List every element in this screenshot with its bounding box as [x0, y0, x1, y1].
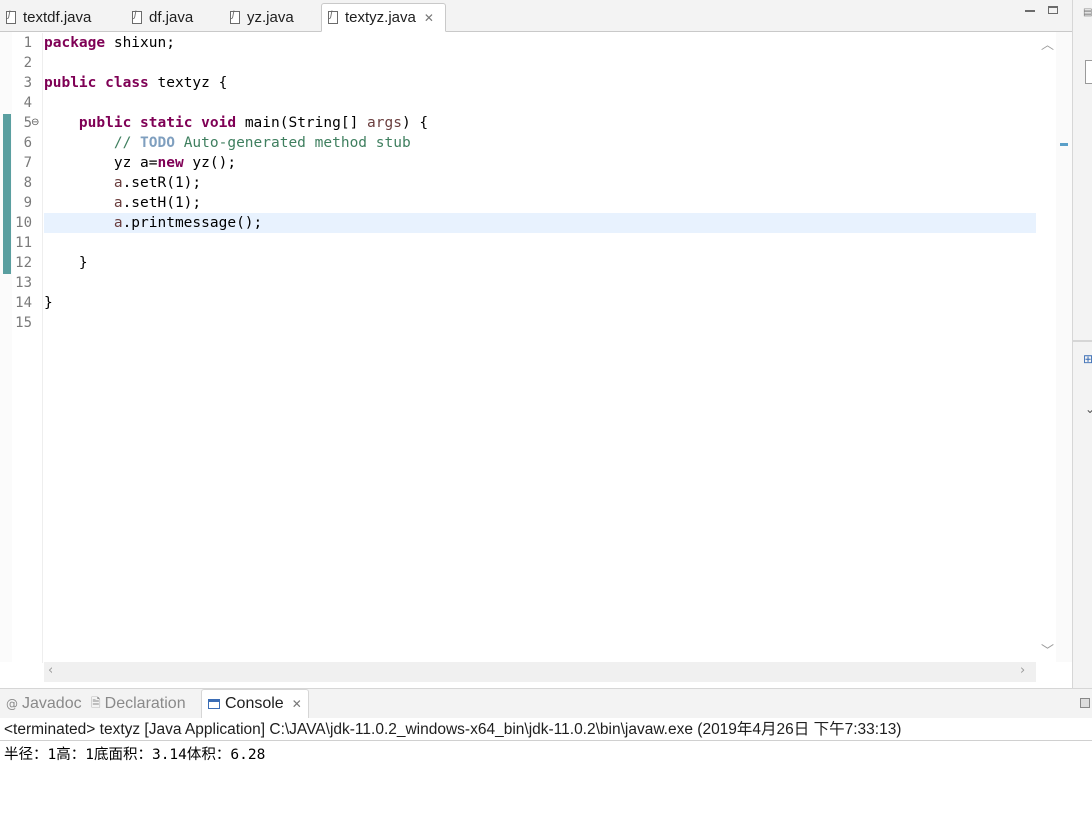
overview-ruler[interactable] — [1056, 32, 1072, 662]
line-number: 11 — [15, 235, 32, 251]
close-tab-icon[interactable]: ✕ — [424, 11, 434, 25]
tab-declaration[interactable]: 🗎 Declaration — [91, 689, 186, 719]
tab-label: Console — [225, 695, 284, 712]
code-line: yz a=new yz(); — [113, 155, 237, 171]
console-icon — [208, 699, 220, 709]
scroll-down-icon[interactable]: ﹀ — [1041, 640, 1054, 659]
line-number: 15 — [15, 315, 32, 331]
panel-icon[interactable]: ▤ — [1083, 7, 1092, 18]
java-file-icon — [6, 10, 16, 24]
scroll-up-icon[interactable]: ︿ — [1041, 34, 1054, 53]
tab-textyz-java[interactable]: textyz.java ✕ — [321, 3, 446, 32]
scroll-right-icon[interactable]: › — [1020, 663, 1025, 678]
tab-javadoc[interactable]: @ Javadoc — [6, 689, 82, 719]
line-number: 10 — [15, 215, 32, 231]
tab-df-java[interactable]: df.java — [126, 3, 222, 31]
scroll-left-icon[interactable]: ‹ — [48, 663, 53, 678]
java-file-icon — [132, 10, 142, 24]
panel-field[interactable] — [1085, 60, 1092, 84]
tab-textdf-java[interactable]: textdf.java — [0, 3, 124, 31]
line-number: 12 — [15, 255, 32, 271]
code-line: } — [44, 255, 88, 271]
console-view[interactable]: <terminated> textyz [Java Application] C… — [0, 718, 1092, 840]
code-line: } — [44, 295, 53, 311]
panel-divider — [1073, 340, 1092, 342]
line-number: 9 — [23, 195, 32, 211]
line-number: 2 — [23, 55, 32, 71]
minimize-icon[interactable] — [1025, 6, 1035, 12]
code-line: a.setR(1); — [113, 175, 202, 191]
code-editor[interactable]: 1 2 3 4 5 6 7 8 9 10 11 12 13 14 15 ⊖ pa… — [0, 32, 1072, 682]
code-line: // TODO Auto-generated method stub — [113, 135, 411, 151]
line-number: 14 — [15, 295, 32, 311]
code-line: a.setH(1); — [113, 195, 202, 211]
line-number: 1 — [23, 35, 32, 51]
close-tab-icon[interactable]: ✕ — [292, 697, 302, 711]
line-number: 6 — [23, 135, 32, 151]
line-number: 4 — [23, 95, 32, 111]
view-tab-bar: @ Javadoc 🗎 Declaration Console ✕ — [0, 688, 1092, 719]
line-number: 3 — [23, 75, 32, 91]
horizontal-scrollbar[interactable]: ‹ › — [44, 662, 1036, 682]
code-line: package shixun; — [44, 35, 175, 51]
code-line: public class textyz { — [44, 75, 228, 91]
java-file-icon — [328, 10, 338, 24]
overview-marker[interactable] — [1060, 143, 1068, 146]
code-text-area[interactable]: package shixun; public class textyz { pu… — [44, 33, 1036, 333]
side-panel-strip: ▤ ⊞ ⌄ — [1072, 0, 1092, 690]
view-menu-icon[interactable] — [1080, 698, 1090, 708]
console-status-line: <terminated> textyz [Java Application] C… — [0, 718, 1092, 741]
code-line: public static void main(String[] args) { — [78, 115, 429, 131]
tab-label: Declaration — [104, 695, 186, 712]
tab-label: df.java — [149, 8, 194, 26]
chevron-down-icon[interactable]: ⌄ — [1085, 402, 1092, 416]
line-number: 8 — [23, 175, 32, 191]
annotation-ruler — [0, 32, 12, 662]
tab-label: Javadoc — [22, 695, 82, 712]
at-icon: @ — [6, 697, 18, 711]
tab-label: textyz.java — [345, 9, 416, 26]
tab-label: yz.java — [247, 8, 294, 26]
outline-icon[interactable]: ⊞ — [1083, 352, 1092, 366]
console-output: 半径：1高：1底面积：3.14体积：6.28 — [4, 747, 266, 763]
declaration-icon: 🗎 — [91, 695, 101, 710]
editor-tab-bar: textdf.java df.java yz.java textyz.java … — [0, 0, 1072, 32]
tab-yz-java[interactable]: yz.java — [224, 3, 320, 31]
java-file-icon — [230, 10, 240, 24]
change-indicator — [3, 114, 11, 274]
line-number: 7 — [23, 155, 32, 171]
maximize-icon[interactable] — [1048, 6, 1058, 14]
tab-console[interactable]: Console ✕ — [201, 689, 309, 719]
code-line-current: a.printmessage(); — [44, 213, 1036, 233]
fold-collapse-icon[interactable]: ⊖ — [31, 117, 39, 128]
vertical-scrollbar[interactable]: ︿ ﹀ — [1036, 32, 1056, 662]
tab-label: textdf.java — [23, 8, 92, 26]
line-number: 13 — [15, 275, 32, 291]
